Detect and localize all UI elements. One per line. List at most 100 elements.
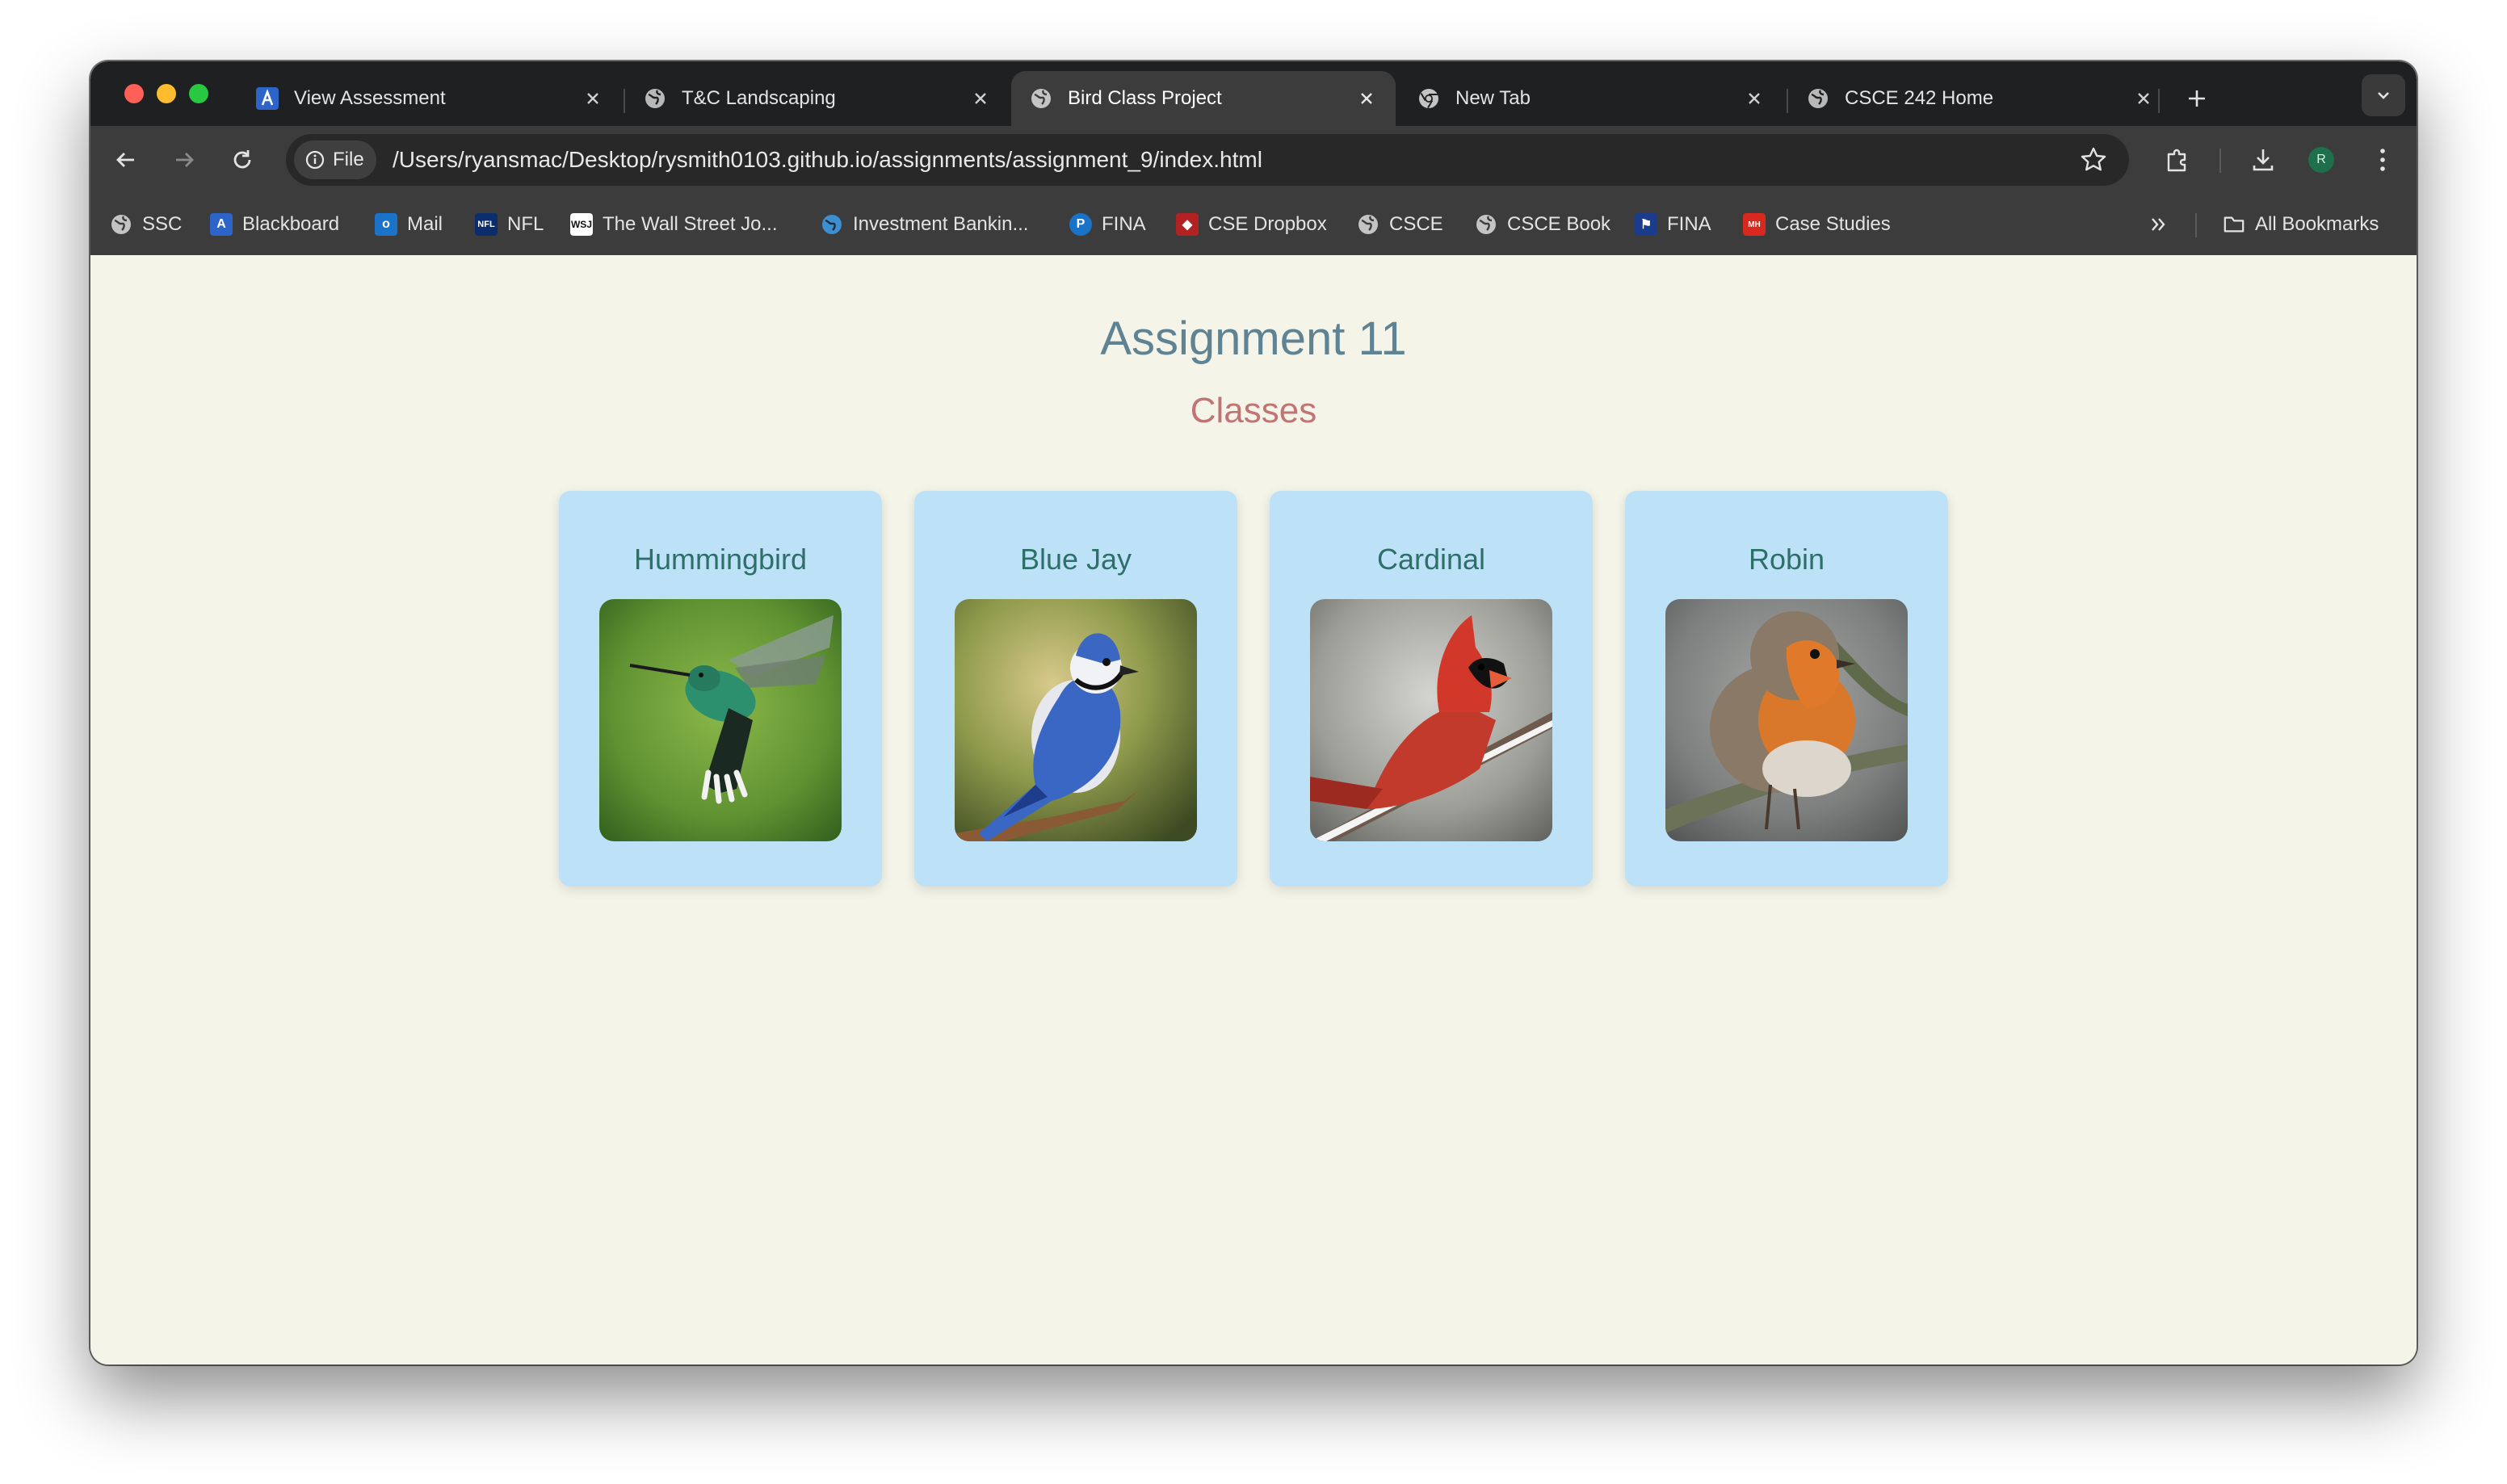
chip-label: File: [333, 149, 364, 170]
page-title: Assignment 11: [1100, 312, 1407, 365]
reload-icon: [233, 150, 251, 169]
bookmark-label: FINA: [1102, 213, 1146, 235]
bookmark-cse-dropbox[interactable]: ◆ CSE Dropbox: [1176, 194, 1327, 255]
flag-icon: ⚑: [1635, 213, 1657, 236]
page-subtitle: Classes: [1190, 391, 1317, 430]
download-icon: [2253, 149, 2274, 171]
all-bookmarks-button[interactable]: All Bookmarks: [2223, 194, 2379, 255]
close-tab-icon[interactable]: [1355, 87, 1378, 110]
wsj-icon: WSJ: [570, 213, 593, 236]
new-tab-button[interactable]: [2179, 81, 2215, 116]
tab-csce-242-home[interactable]: CSCE 242 Home: [1788, 71, 2173, 126]
close-tab-icon[interactable]: [1743, 87, 1766, 110]
globe-icon: [1475, 213, 1497, 236]
bookmark-label: Investment Bankin...: [853, 213, 1029, 235]
globe-icon: [110, 213, 132, 236]
arrow-left-icon: [116, 153, 134, 167]
arrow-right-icon: [176, 153, 194, 167]
tab-new-tab[interactable]: New Tab: [1399, 71, 1783, 126]
card-title: Hummingbird: [633, 543, 808, 576]
browser-window: View Assessment T&C Landscaping Bird Cla…: [90, 61, 2417, 1365]
bookmark-csce-book[interactable]: CSCE Book: [1475, 194, 1610, 255]
bookmark-mail[interactable]: o Mail: [375, 194, 443, 255]
bird-card-blue-jay: Blue Jay: [914, 491, 1237, 887]
bookmark-ssc[interactable]: SSC: [110, 194, 182, 255]
bookmark-label: SSC: [142, 213, 183, 235]
downloads-button[interactable]: [2240, 137, 2286, 182]
close-tab-icon[interactable]: [969, 87, 992, 110]
bookmark-label: Case Studies: [1775, 213, 1891, 235]
maximize-window-button[interactable]: [189, 84, 208, 103]
bookmark-blackboard[interactable]: A Blackboard: [210, 194, 339, 255]
outlook-icon: o: [375, 213, 397, 236]
bookmark-label: The Wall Street Jo...: [603, 213, 778, 235]
nfl-icon: NFL: [475, 213, 498, 236]
tab-title: New Tab: [1455, 87, 1531, 109]
bookmarks-separator: [2195, 213, 2197, 237]
tab-view-assessment[interactable]: View Assessment: [237, 71, 622, 126]
chrome-icon: [1417, 86, 1441, 111]
bird-card-hummingbird: Hummingbird: [559, 491, 882, 887]
toolbar: File /Users/ryansmac/Desktop/rysmith0103…: [90, 126, 2417, 194]
chevron-double-right-icon: [2152, 218, 2165, 231]
globe-icon: [821, 213, 843, 236]
url-text[interactable]: /Users/ryansmac/Desktop/rysmith0103.gith…: [393, 134, 1262, 186]
tab-bird-class-project[interactable]: Bird Class Project: [1011, 71, 1396, 126]
info-icon: [305, 150, 325, 170]
bookmark-label: Blackboard: [242, 213, 340, 235]
avatar: R: [2308, 147, 2334, 173]
chevron-down-icon: [2378, 92, 2389, 99]
blue-jay-image: [955, 599, 1197, 841]
menu-button[interactable]: [2360, 137, 2405, 182]
bookmark-nfl[interactable]: NFL NFL: [475, 194, 544, 255]
close-tab-icon[interactable]: [2132, 87, 2155, 110]
bookmark-wall-street-journal[interactable]: WSJ The Wall Street Jo...: [570, 194, 778, 255]
plus-icon: [2189, 90, 2205, 107]
bookmark-label: FINA: [1667, 213, 1711, 235]
site-info-chip[interactable]: File: [294, 140, 376, 179]
more-bookmarks-button[interactable]: [2148, 194, 2169, 255]
assessment-a-icon: [255, 86, 279, 111]
robin-image: [1665, 599, 1908, 841]
close-window-button[interactable]: [124, 84, 144, 103]
bookmark-fina-flag[interactable]: ⚑ FINA: [1635, 194, 1711, 255]
bookmark-star-icon[interactable]: [2079, 145, 2108, 174]
forward-button[interactable]: [162, 137, 207, 182]
minimize-window-button[interactable]: [157, 84, 176, 103]
reload-button[interactable]: [220, 137, 265, 182]
card-title: Cardinal: [1376, 543, 1486, 576]
back-button[interactable]: [103, 137, 149, 182]
puzzle-icon: [2167, 149, 2186, 172]
tab-search-button[interactable]: [2362, 74, 2405, 116]
close-tab-icon[interactable]: [582, 87, 604, 110]
globe-icon: [1806, 86, 1830, 111]
p-icon: P: [1069, 213, 1092, 236]
address-bar[interactable]: File /Users/ryansmac/Desktop/rysmith0103…: [286, 134, 2129, 186]
bookmark-case-studies[interactable]: MH Case Studies: [1743, 194, 1891, 255]
tab-strip: View Assessment T&C Landscaping Bird Cla…: [90, 61, 2417, 126]
card-title: Blue Jay: [1019, 543, 1132, 576]
bookmarks-bar: SSC A Blackboard o Mail NFL NFL WSJ The …: [90, 194, 2417, 255]
tab-title: CSCE 242 Home: [1845, 87, 1994, 109]
globe-icon: [1357, 213, 1379, 236]
toolbar-separator: [2219, 149, 2221, 173]
bird-card-robin: Robin: [1625, 491, 1948, 887]
tab-separator: [2158, 89, 2160, 113]
kebab-menu-icon: [2380, 149, 2385, 171]
tab-title: View Assessment: [294, 87, 446, 109]
bookmark-csce[interactable]: CSCE: [1357, 194, 1443, 255]
profile-button[interactable]: R: [2299, 137, 2344, 182]
bookmark-label: NFL: [507, 213, 544, 235]
extensions-button[interactable]: [2155, 137, 2200, 182]
card-title: Robin: [1748, 543, 1825, 576]
bookmark-label: CSCE Book: [1507, 213, 1611, 235]
tab-title: T&C Landscaping: [682, 87, 836, 109]
bookmark-fina-p[interactable]: P FINA: [1069, 194, 1146, 255]
bird-card-cardinal: Cardinal: [1270, 491, 1593, 887]
hummingbird-image: [599, 599, 842, 841]
bookmark-investment-banking[interactable]: Investment Bankin...: [821, 194, 1028, 255]
bookmark-label: CSE Dropbox: [1208, 213, 1327, 235]
all-bookmarks-label: All Bookmarks: [2255, 213, 2379, 235]
tab-tc-landscaping[interactable]: T&C Landscaping: [625, 71, 1010, 126]
cardinal-image: [1310, 599, 1552, 841]
